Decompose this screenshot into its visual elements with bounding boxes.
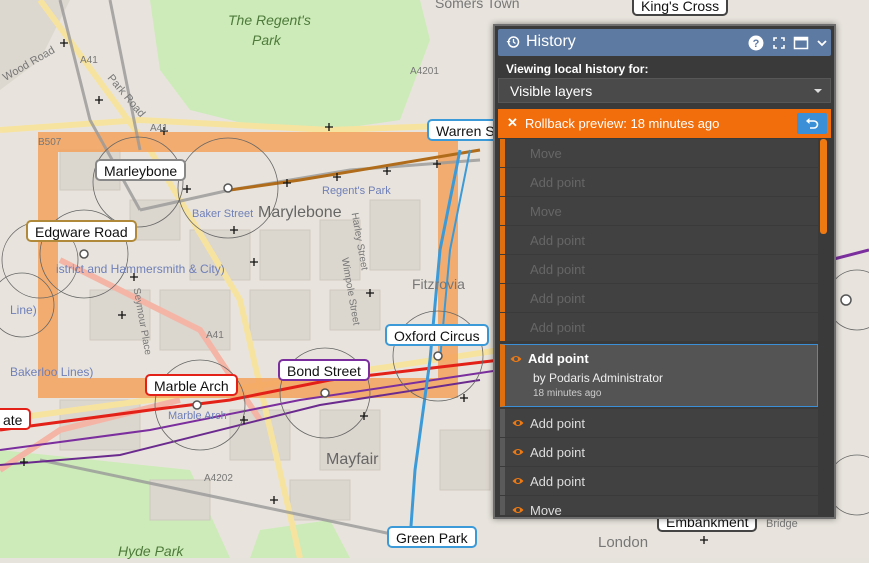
station-label-kings-cross[interactable]: King's Cross xyxy=(632,0,729,16)
history-item-label: Add point xyxy=(530,175,585,190)
station-label-marylebone[interactable]: Marleybone xyxy=(95,159,187,181)
history-item[interactable]: Move xyxy=(500,496,818,515)
history-item-label: Add point xyxy=(530,445,585,460)
rollback-text: Rollback preview: 18 minutes ago xyxy=(525,116,720,131)
viewing-label: Viewing local history for: xyxy=(506,62,649,76)
history-item-label: Move xyxy=(530,503,562,515)
svg-text:?: ? xyxy=(753,38,760,50)
road-label: A41 xyxy=(206,330,224,341)
history-item-label: Add point xyxy=(530,291,585,306)
history-item-user: by Podaris Administrator xyxy=(533,371,664,385)
station-label-marble-arch[interactable]: Marble Arch xyxy=(145,374,238,396)
history-item-selected[interactable]: Add point by Podaris Administrator 18 mi… xyxy=(500,344,818,407)
road-label: B507 xyxy=(38,137,62,148)
eye-icon[interactable] xyxy=(512,418,524,428)
history-item[interactable]: Move xyxy=(500,197,818,225)
scrollbar-thumb[interactable] xyxy=(820,139,827,234)
eye-icon[interactable] xyxy=(510,354,522,364)
history-list: Move Add point Move Add point Add point … xyxy=(500,139,818,515)
station-label-lancaster-gate[interactable]: ate xyxy=(0,408,32,430)
history-item[interactable]: Add point xyxy=(500,226,818,254)
district-label: Somers Town xyxy=(435,0,520,11)
road-label: A41 xyxy=(80,55,98,66)
district-label: Hyde Park xyxy=(118,543,184,559)
panel-title: History xyxy=(526,33,576,50)
road-label: A4201 xyxy=(410,66,439,77)
rollback-banner: ✕ Rollback preview: 18 minutes ago xyxy=(498,109,831,138)
history-item-label: Add point xyxy=(530,233,585,248)
station-label-green-park[interactable]: Green Park xyxy=(387,526,477,548)
history-item-label: Add point xyxy=(530,320,585,335)
history-item-label: Add point xyxy=(530,262,585,277)
help-icon[interactable]: ? xyxy=(748,35,764,51)
history-item[interactable]: Add point xyxy=(500,409,818,437)
history-item-label: Move xyxy=(530,146,562,161)
history-item[interactable]: Add point xyxy=(500,284,818,312)
road-label: istrict and Hammersmith & City) xyxy=(56,262,225,276)
history-item[interactable]: Add point xyxy=(500,438,818,466)
history-item-label: Add point xyxy=(530,416,585,431)
road-label: Marble Arch xyxy=(168,410,227,422)
station-label-edgware-road[interactable]: Edgware Road xyxy=(26,220,137,242)
history-item[interactable]: Add point xyxy=(500,467,818,495)
undo-button[interactable] xyxy=(797,113,827,134)
road-label: Line) xyxy=(10,303,37,317)
history-icon xyxy=(506,36,520,48)
road-label: Bridge xyxy=(766,518,798,530)
chevron-down-icon[interactable] xyxy=(814,35,830,51)
district-label: Fitzrovia xyxy=(412,276,465,292)
district-label: Marylebone xyxy=(258,204,342,221)
eye-icon[interactable] xyxy=(512,476,524,486)
road-label: A41 xyxy=(150,123,168,134)
close-icon[interactable]: ✕ xyxy=(507,115,518,131)
road-label: Bakerloo Lines) xyxy=(10,365,94,379)
history-panel: History ? Viewing local history for: Vis… xyxy=(493,24,836,519)
district-label: London xyxy=(598,534,649,551)
park-label: Park xyxy=(252,32,281,48)
station-label-bond-street[interactable]: Bond Street xyxy=(278,359,370,381)
history-item[interactable]: Move xyxy=(500,139,818,167)
history-item[interactable]: Add point xyxy=(500,313,818,341)
undo-icon xyxy=(806,118,819,129)
history-scrollbar[interactable] xyxy=(820,139,828,515)
layer-select[interactable]: Visible layers xyxy=(498,78,831,103)
history-panel-header[interactable]: History ? xyxy=(498,29,831,56)
layer-select-value: Visible layers xyxy=(510,83,593,99)
expand-icon[interactable] xyxy=(771,35,787,51)
district-label: Mayfair xyxy=(326,451,379,468)
caret-down-icon xyxy=(814,89,822,93)
history-item-label: Move xyxy=(530,204,562,219)
eye-icon[interactable] xyxy=(512,505,524,515)
road-label: A4202 xyxy=(204,473,233,484)
history-item[interactable]: Add point xyxy=(500,168,818,196)
road-label: Regent's Park xyxy=(322,185,391,197)
history-item[interactable]: Add point xyxy=(500,255,818,283)
park-label: The Regent's xyxy=(228,12,311,28)
history-item-label: Add point xyxy=(530,474,585,489)
station-label-oxford-circus[interactable]: Oxford Circus xyxy=(385,324,489,346)
history-item-title: Add point xyxy=(528,351,589,366)
history-item-time: 18 minutes ago xyxy=(533,388,602,399)
eye-icon[interactable] xyxy=(512,447,524,457)
road-label: Baker Street xyxy=(192,208,254,220)
window-icon[interactable] xyxy=(793,35,809,51)
